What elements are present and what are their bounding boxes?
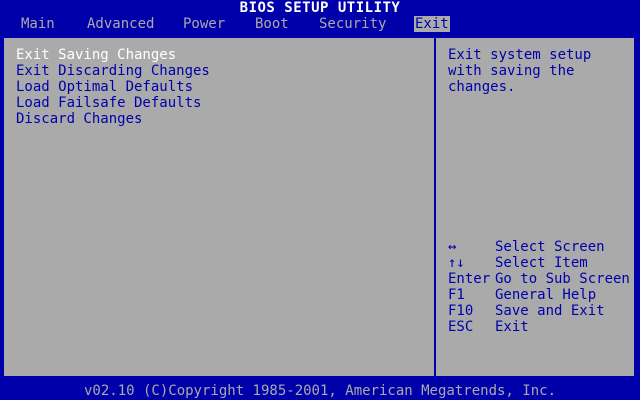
tab-power[interactable]: Power — [182, 16, 226, 32]
tab-advanced[interactable]: Advanced — [86, 16, 155, 32]
key-description: Go to Sub Screen — [495, 271, 630, 287]
key-legend-row: ↔ Select Screen — [448, 239, 636, 255]
key-legend-row: ESC Exit — [448, 319, 636, 335]
key-legend: ↔ Select Screen ↑↓ Select Item Enter Go … — [448, 239, 636, 335]
option-load-optimal-defaults[interactable]: Load Optimal Defaults — [16, 79, 426, 95]
key-description: Select Item — [495, 255, 588, 271]
key-description: Exit — [495, 319, 529, 335]
up-down-arrow-icon: ↑↓ — [448, 255, 465, 271]
key-description: Select Screen — [495, 239, 605, 255]
key-description: Save and Exit — [495, 303, 605, 319]
key-name: F1 — [448, 287, 465, 303]
left-right-arrow-icon: ↔ — [448, 239, 457, 255]
tab-boot[interactable]: Boot — [254, 16, 290, 32]
key-legend-row: ↑↓ Select Item — [448, 255, 636, 271]
help-text: Exit system setup with saving the change… — [448, 47, 600, 95]
key-legend-row: Enter Go to Sub Screen — [448, 271, 636, 287]
key-description: General Help — [495, 287, 597, 303]
panel-divider — [434, 38, 436, 376]
copyright-footer: v02.10 (C)Copyright 1985-2001, American … — [83, 383, 556, 399]
key-legend-row: F10 Save and Exit — [448, 303, 636, 319]
key-name: F10 — [448, 303, 474, 319]
tab-security[interactable]: Security — [318, 16, 387, 32]
exit-options-list: Exit Saving Changes Exit Discarding Chan… — [16, 47, 426, 127]
option-exit-saving-changes[interactable]: Exit Saving Changes — [16, 47, 426, 63]
bios-title: BIOS SETUP UTILITY — [239, 0, 401, 16]
option-load-failsafe-defaults[interactable]: Load Failsafe Defaults — [16, 95, 426, 111]
key-name: Enter — [448, 271, 491, 287]
tab-exit[interactable]: Exit — [414, 16, 450, 32]
tab-main[interactable]: Main — [20, 16, 56, 32]
option-discard-changes[interactable]: Discard Changes — [16, 111, 426, 127]
key-legend-row: F1 General Help — [448, 287, 636, 303]
menu-bar: Main Advanced Power Boot Security Exit — [0, 16, 640, 32]
key-name: ESC — [448, 319, 474, 335]
option-exit-discarding-changes[interactable]: Exit Discarding Changes — [16, 63, 426, 79]
